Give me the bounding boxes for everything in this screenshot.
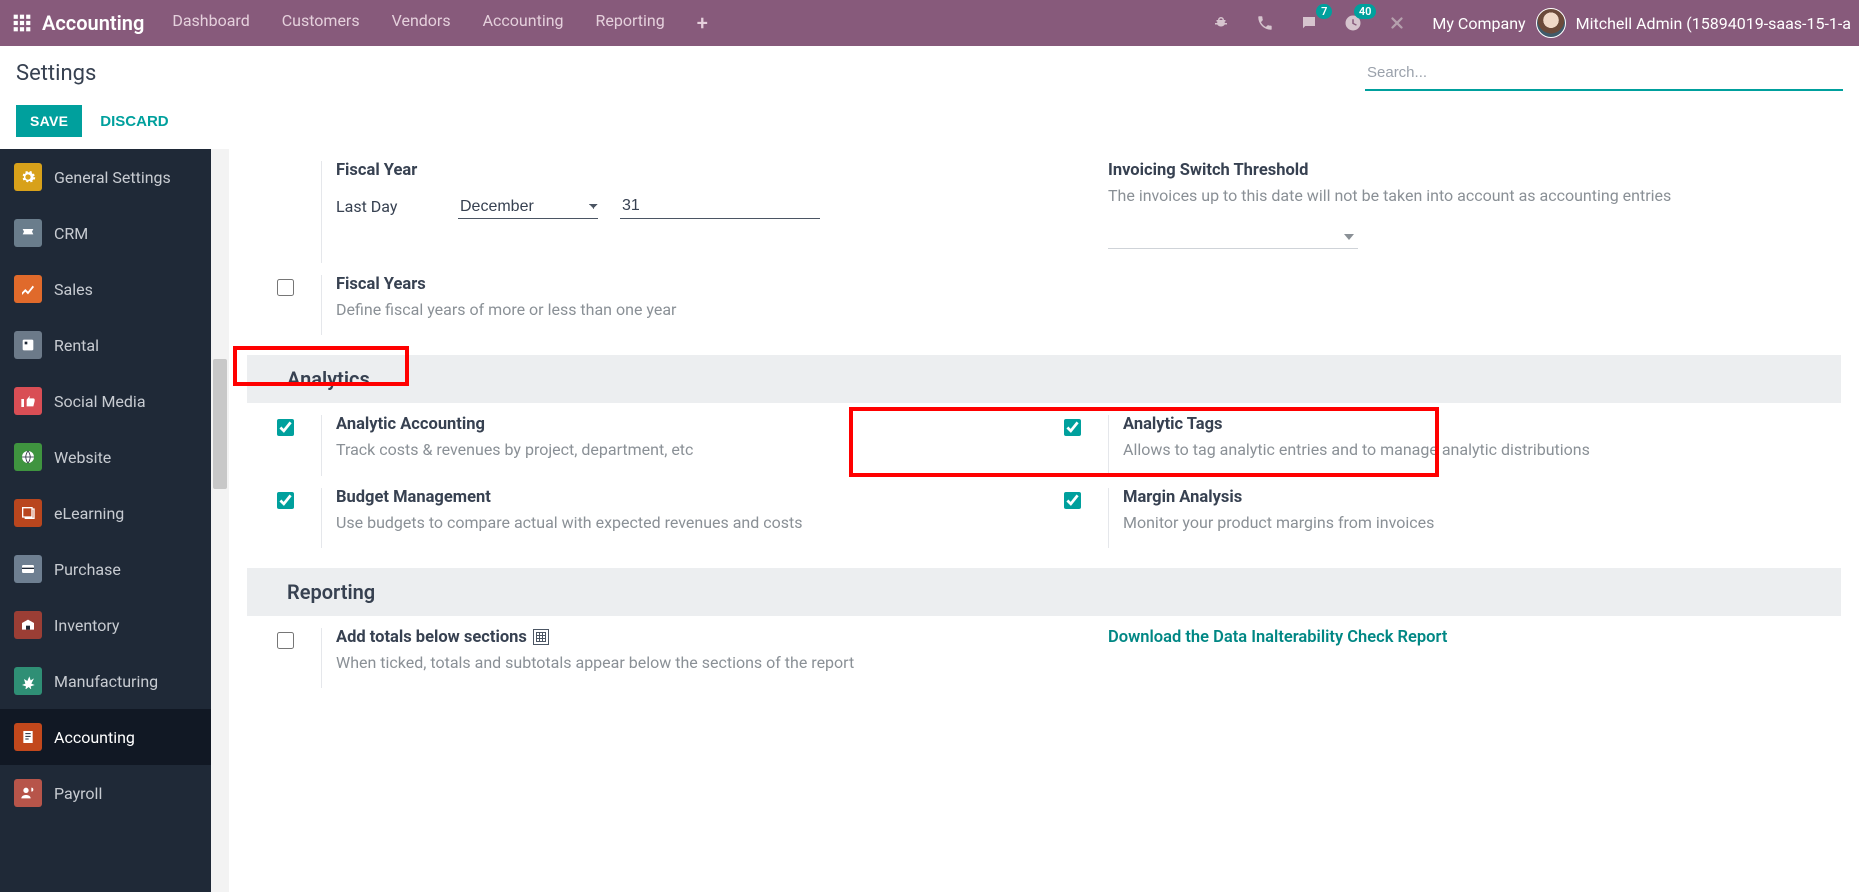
section-analytics: Analytics (247, 355, 1841, 403)
last-day-label: Last Day (336, 197, 436, 216)
nav-customers[interactable]: Customers (282, 11, 360, 35)
user-name: Mitchell Admin (15894019-saas-15-1-a (1576, 14, 1851, 33)
analytic-tags-title: Analytic Tags (1123, 415, 1811, 434)
search-input[interactable] (1365, 56, 1843, 91)
activities-icon[interactable]: 40 (1342, 12, 1364, 34)
avatar (1536, 8, 1566, 38)
analytic-accounting-desc: Track costs & revenues by project, depar… (336, 438, 1024, 461)
nav-reporting[interactable]: Reporting (596, 11, 665, 35)
sidebar-item-rental[interactable]: Rental (0, 317, 211, 373)
sidebar-item-inventory[interactable]: Inventory (0, 597, 211, 653)
add-totals-checkbox[interactable] (277, 632, 294, 649)
sidebar-item-payroll[interactable]: Payroll (0, 765, 211, 821)
messages-badge: 7 (1316, 4, 1332, 19)
discard-button[interactable]: DISCARD (100, 113, 168, 130)
sidebar-item-manufacturing[interactable]: Manufacturing (0, 653, 211, 709)
company-switcher[interactable]: My Company (1432, 14, 1525, 33)
sidebar-item-website[interactable]: Website (0, 429, 211, 485)
add-totals-title: Add totals below sections (336, 628, 1024, 647)
bug-icon[interactable] (1210, 12, 1232, 34)
fiscal-day-input[interactable] (620, 194, 820, 219)
section-reporting: Reporting (247, 568, 1841, 616)
fiscal-years-checkbox[interactable] (277, 279, 294, 296)
page-title: Settings (16, 61, 96, 86)
download-inalterability-link[interactable]: Download the Data Inalterability Check R… (1108, 628, 1811, 647)
analytic-tags-checkbox[interactable] (1064, 419, 1081, 436)
sidebar-item-elearning[interactable]: eLearning (0, 485, 211, 541)
fiscal-years-desc: Define fiscal years of more or less than… (336, 298, 1024, 321)
phone-icon[interactable] (1254, 12, 1276, 34)
sidebar-item-accounting[interactable]: Accounting (0, 709, 211, 765)
scrollbar[interactable] (211, 149, 229, 892)
nav-dashboard[interactable]: Dashboard (172, 11, 249, 35)
analytic-tags-desc: Allows to tag analytic entries and to ma… (1123, 438, 1811, 461)
nav-accounting[interactable]: Accounting (483, 11, 564, 35)
control-panel: Settings SAVE DISCARD (0, 46, 1859, 149)
margin-analysis-desc: Monitor your product margins from invoic… (1123, 511, 1811, 534)
margin-analysis-checkbox[interactable] (1064, 492, 1081, 509)
sidebar-item-crm[interactable]: CRM (0, 205, 211, 261)
apps-icon[interactable] (8, 9, 36, 37)
enterprise-icon (533, 629, 549, 645)
sidebar-item-general[interactable]: General Settings (0, 149, 211, 205)
budget-management-checkbox[interactable] (277, 492, 294, 509)
topbar: Accounting Dashboard Customers Vendors A… (0, 0, 1859, 46)
invoicing-threshold-date[interactable] (1108, 225, 1358, 249)
sidebar-item-sales[interactable]: Sales (0, 261, 211, 317)
invoicing-threshold-desc: The invoices up to this date will not be… (1108, 184, 1811, 207)
analytic-accounting-title: Analytic Accounting (336, 415, 1024, 434)
settings-sidebar: General Settings CRM Sales Rental Social… (0, 149, 211, 892)
save-button[interactable]: SAVE (16, 105, 82, 137)
sidebar-item-purchase[interactable]: Purchase (0, 541, 211, 597)
fiscal-year-header: Fiscal Year (336, 161, 1024, 180)
add-totals-desc: When ticked, totals and subtotals appear… (336, 651, 1024, 674)
tools-icon[interactable] (1386, 12, 1408, 34)
top-nav: Dashboard Customers Vendors Accounting R… (172, 11, 708, 35)
sidebar-item-social[interactable]: Social Media (0, 373, 211, 429)
messages-icon[interactable]: 7 (1298, 12, 1320, 34)
nav-plus-icon[interactable]: + (697, 11, 708, 35)
user-menu[interactable]: Mitchell Admin (15894019-saas-15-1-a (1536, 8, 1851, 38)
settings-content: Fiscal Year Last Day December Invoicing … (211, 149, 1859, 892)
budget-management-desc: Use budgets to compare actual with expec… (336, 511, 1024, 534)
budget-management-title: Budget Management (336, 488, 1024, 507)
fiscal-month-select[interactable]: December (458, 195, 598, 219)
activities-badge: 40 (1354, 4, 1377, 19)
systray: 7 40 (1210, 12, 1408, 34)
margin-analysis-title: Margin Analysis (1123, 488, 1811, 507)
fiscal-years-title: Fiscal Years (336, 275, 1024, 294)
brand[interactable]: Accounting (42, 11, 144, 35)
nav-vendors[interactable]: Vendors (392, 11, 451, 35)
analytic-accounting-checkbox[interactable] (277, 419, 294, 436)
invoicing-threshold-title: Invoicing Switch Threshold (1108, 161, 1811, 180)
